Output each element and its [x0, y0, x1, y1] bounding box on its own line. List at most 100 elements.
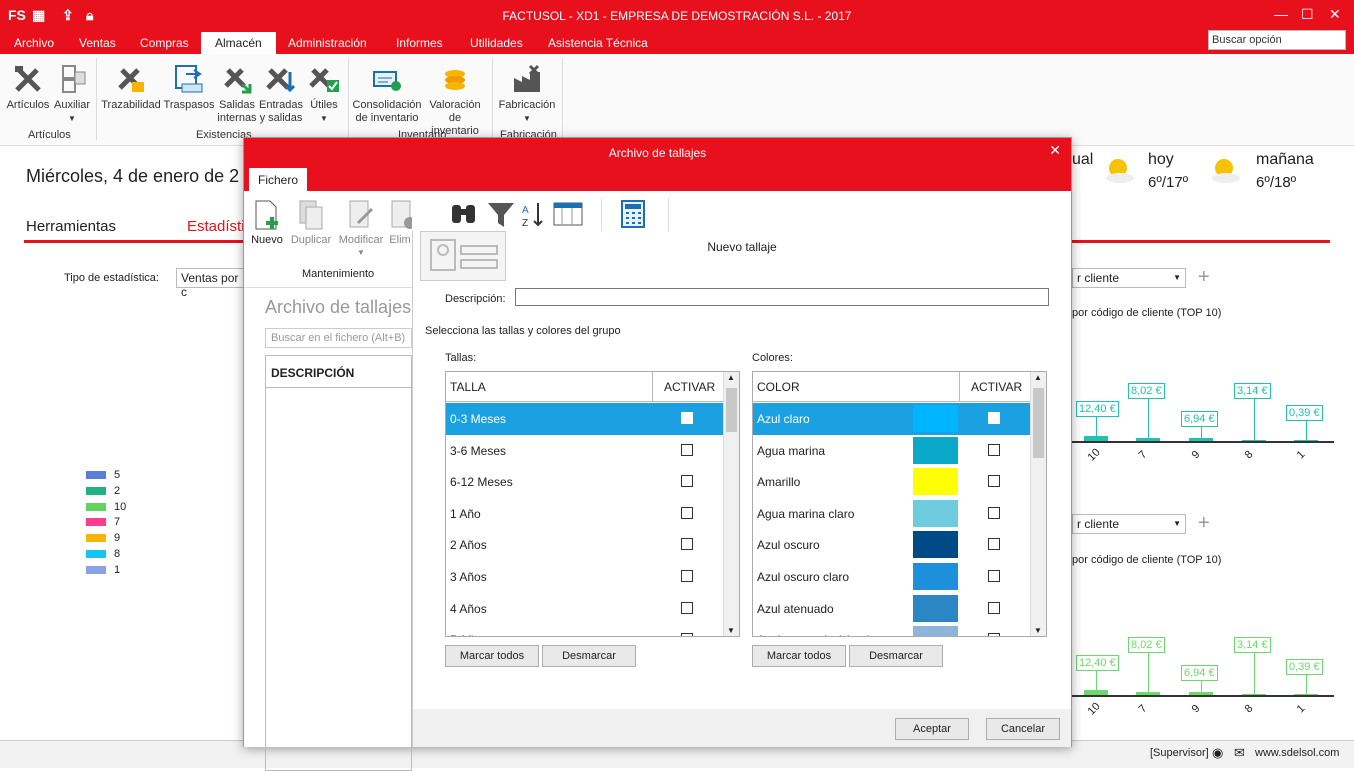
colores-scrollbar[interactable]: ▲ ▼ [1030, 372, 1046, 636]
tab-fichero[interactable]: Fichero [249, 168, 308, 191]
color-row[interactable]: Azul claro [753, 403, 1030, 435]
color-row[interactable]: Azul atenuado [753, 593, 1030, 625]
color-activar-checkbox[interactable] [988, 443, 1000, 456]
talla-activar-checkbox[interactable] [681, 570, 693, 582]
modificar-button[interactable]: Modificar ▼ [336, 199, 386, 258]
color-row[interactable]: Agua marina [753, 435, 1030, 467]
menu-administracion[interactable]: Administración [288, 36, 367, 50]
talla-row[interactable]: 3-6 Meses [446, 435, 723, 467]
colores-marcar-todos-button[interactable]: Marcar todos [752, 645, 846, 667]
maximize-icon[interactable]: ☐ [1301, 6, 1314, 23]
tab-herramientas[interactable]: Herramientas [26, 218, 116, 235]
minimize-icon[interactable]: — [1274, 6, 1288, 22]
color-row[interactable]: Azul oscuro [753, 529, 1030, 561]
color-row[interactable]: Azul atenuado (claro) [753, 624, 1030, 636]
utiles-button[interactable]: Útiles ▼ [304, 62, 344, 125]
talla-activar-checkbox[interactable] [681, 538, 693, 551]
chart-axis [1072, 441, 1334, 443]
ribbon-separator [492, 58, 493, 140]
dialog-close-icon[interactable]: ✕ [1049, 142, 1061, 159]
color-activar-checkbox[interactable] [988, 538, 1000, 551]
color-activar-checkbox[interactable] [988, 633, 1000, 636]
binoculars-button[interactable] [447, 199, 481, 232]
auxiliar-button[interactable]: Auxiliar ▼ [54, 62, 90, 125]
chart2-select[interactable]: r cliente ▼ [1072, 514, 1186, 534]
sort-button[interactable]: AZ [520, 199, 546, 232]
menu-informes[interactable]: Informes [396, 36, 443, 50]
talla-activar-checkbox[interactable] [681, 601, 693, 614]
nuevo-button[interactable]: Nuevo [248, 199, 286, 246]
eliminar-button[interactable]: Elim [388, 199, 412, 246]
filter-button[interactable] [485, 199, 517, 232]
col-descripcion: DESCRIPCIÓN [266, 356, 413, 388]
aceptar-button[interactable]: Aceptar [895, 718, 969, 740]
talla-row[interactable]: 5 Años [446, 624, 723, 636]
salidas-internas-button[interactable]: Salidas internas [216, 62, 258, 125]
cancelar-button[interactable]: Cancelar [986, 718, 1060, 740]
color-activar-checkbox[interactable] [988, 475, 1000, 488]
menu-utilidades[interactable]: Utilidades [470, 36, 523, 50]
fabricacion-button[interactable]: Fabricación ▼ [496, 62, 558, 125]
trazabilidad-button[interactable]: Trazabilidad [100, 62, 162, 112]
tallas-scrollbar[interactable]: ▲ ▼ [723, 372, 739, 636]
chart1-title: por código de cliente (TOP 10) [1072, 307, 1222, 319]
consolidacion-button[interactable]: Consolidación de inventario [352, 62, 422, 125]
talla-row[interactable]: 0-3 Meses [446, 403, 723, 435]
valoracion-button[interactable]: Valoración de inventario [424, 62, 486, 138]
chart-label-line [1201, 681, 1202, 695]
talla-row[interactable]: 1 Año [446, 498, 723, 530]
toolbar-separator [668, 198, 669, 232]
color-activar-checkbox[interactable] [988, 601, 1000, 614]
menu-archivo[interactable]: Archivo [14, 36, 54, 50]
calculator-button[interactable] [620, 199, 646, 232]
tab-estadisticas[interactable]: Estadísti [187, 218, 245, 235]
talla-activar-checkbox[interactable] [681, 412, 693, 424]
colores-desmarcar-button[interactable]: Desmarcar [849, 645, 943, 667]
menu-compras[interactable]: Compras [140, 36, 189, 50]
columns-button[interactable] [551, 199, 585, 232]
tallas-marcar-todos-button[interactable]: Marcar todos [445, 645, 539, 667]
talla-activar-checkbox[interactable] [681, 475, 693, 488]
articulos-button[interactable]: Artículos [6, 62, 50, 112]
shield-icon[interactable]: ◉ [1212, 745, 1223, 761]
talla-row[interactable]: 3 Años [446, 561, 723, 593]
talla-activar-checkbox[interactable] [681, 633, 693, 636]
talla-activar-checkbox[interactable] [681, 506, 693, 519]
color-row[interactable]: Azul oscuro claro [753, 561, 1030, 593]
tallas-desmarcar-button[interactable]: Desmarcar [542, 645, 636, 667]
add-chart-icon[interactable]: + [1198, 266, 1210, 289]
color-activar-checkbox[interactable] [988, 412, 1000, 424]
color-activar-checkbox[interactable] [988, 570, 1000, 582]
talla-activar-checkbox[interactable] [681, 443, 693, 456]
talla-row[interactable]: 6-12 Meses [446, 466, 723, 498]
close-icon[interactable]: ✕ [1329, 6, 1341, 23]
menu-asistencia[interactable]: Asistencia Técnica [548, 36, 648, 50]
entradas-icon [266, 68, 296, 93]
form-title: Nuevo tallaje [707, 240, 777, 254]
menu-almacen[interactable]: Almacén [201, 32, 276, 54]
traspasos-button[interactable]: Traspasos [163, 62, 215, 112]
menu-ventas[interactable]: Ventas [79, 36, 116, 50]
mail-icon[interactable]: ✉ [1234, 745, 1245, 761]
descripcion-input[interactable] [515, 288, 1049, 306]
tallajes-dialog: Archivo de tallajes ✕ Fichero Nuevo Dupl… [243, 137, 1072, 771]
add-chart-icon[interactable]: + [1198, 512, 1210, 535]
talla-row[interactable]: 2 Años [446, 529, 723, 561]
color-activar-checkbox[interactable] [988, 506, 1000, 519]
talla-row[interactable]: 4 Años [446, 593, 723, 625]
status-website[interactable]: www.sdelsol.com [1255, 747, 1339, 759]
legend-swatch [86, 550, 106, 559]
talla-name: 1 Año [450, 506, 481, 521]
filter-icon [488, 203, 514, 227]
tallas-grid-header: TALLA ACTIVAR [446, 372, 723, 402]
search-option-input[interactable]: Buscar opción [1208, 30, 1346, 50]
chart1-select[interactable]: r cliente ▼ [1072, 268, 1186, 288]
tools-icon [15, 66, 41, 92]
colores-grid: COLOR ACTIVAR Azul claro Agua marina Amari… [752, 371, 1047, 637]
duplicar-button[interactable]: Duplicar [288, 199, 334, 246]
list-search-input[interactable]: Buscar en el fichero (Alt+B) [265, 328, 412, 348]
entradas-salidas-button[interactable]: Entradas y salidas [259, 62, 303, 125]
color-row[interactable]: Agua marina claro [753, 498, 1030, 530]
color-row[interactable]: Amarillo [753, 466, 1030, 498]
tipo-estadistica-select[interactable]: Ventas por c [176, 268, 246, 299]
